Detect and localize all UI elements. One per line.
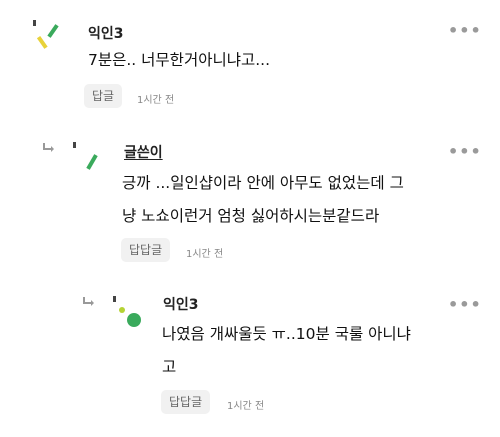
timestamp: 1시간 전 <box>186 249 224 260</box>
more-options-icon[interactable]: ••• <box>448 144 482 160</box>
author-name[interactable]: 글쓴이 <box>124 142 163 162</box>
author-name[interactable]: 익인3 <box>88 23 124 43</box>
timestamp: 1시간 전 <box>227 401 265 412</box>
comment-text-line: 나였음 개싸울듯 ㅠ..10분 국룰 아니냐 <box>162 325 411 343</box>
more-options-icon[interactable]: ••• <box>448 23 482 39</box>
comment-text-line: 고 <box>162 358 177 376</box>
reply-button[interactable]: 답답글 <box>121 238 171 262</box>
author-name[interactable]: 익인3 <box>163 294 199 314</box>
timestamp: 1시간 전 <box>137 95 175 106</box>
more-options-icon[interactable]: ••• <box>448 297 482 313</box>
comment-text-line: 긍까 ...일인샵이라 안에 아무도 없었는데 그 <box>122 174 404 192</box>
avatar[interactable] <box>70 140 104 174</box>
comment-3: 익인3 ••• 나였음 개싸울듯 ㅠ..10분 국룰 아니냐 고 답답글 1시간… <box>0 280 500 430</box>
comment-text-line: 냥 노쇼이런거 엄청 싫어하시는분같드라 <box>122 207 380 225</box>
reply-arrow-icon <box>43 143 54 152</box>
reply-arrow-icon <box>83 297 94 306</box>
avatar[interactable] <box>110 294 144 328</box>
reply-button[interactable]: 답답글 <box>161 390 211 414</box>
reply-button[interactable]: 답글 <box>84 84 123 108</box>
comment-2: 글쓴이 ••• 긍까 ...일인샵이라 안에 아무도 없었는데 그 냥 노쇼이런… <box>0 120 500 270</box>
avatar[interactable] <box>30 18 64 52</box>
comment-1: 익인3 ••• 7분은.. 너무한거아니냐고... 답글 1시간 전 <box>0 0 500 115</box>
comment-text-line: 7분은.. 너무한거아니냐고... <box>88 51 271 69</box>
